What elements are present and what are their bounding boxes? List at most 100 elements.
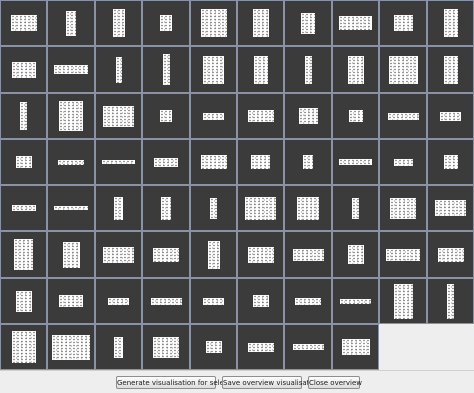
document-thumbnail-cell[interactable] xyxy=(190,0,237,46)
document-thumbnail-cell[interactable] xyxy=(332,185,379,231)
document-thumbnail-cell[interactable] xyxy=(237,139,284,185)
document-thumbnail-cell[interactable] xyxy=(47,231,95,278)
document-thumbnail-cell[interactable] xyxy=(237,93,284,139)
document-thumbnail-cell[interactable] xyxy=(190,139,237,185)
document-thumbnail-cell[interactable] xyxy=(47,139,95,185)
document-thumbnail-image xyxy=(394,15,413,31)
document-thumbnail-cell[interactable] xyxy=(427,46,474,93)
document-thumbnail-cell[interactable] xyxy=(379,231,427,278)
document-thumbnail-image xyxy=(103,106,134,127)
document-thumbnail-cell[interactable] xyxy=(0,0,47,46)
document-thumbnail-cell[interactable] xyxy=(427,231,474,278)
document-thumbnail-cell[interactable] xyxy=(379,46,427,93)
document-thumbnail-cell[interactable] xyxy=(142,185,190,231)
document-thumbnail-cell[interactable] xyxy=(95,185,142,231)
document-thumbnail-cell[interactable] xyxy=(284,46,332,93)
document-thumbnail-cell[interactable] xyxy=(284,93,332,139)
document-thumbnail-cell[interactable] xyxy=(0,278,47,324)
document-thumbnail-cell[interactable] xyxy=(47,278,95,324)
document-thumbnail-image xyxy=(438,248,464,262)
document-thumbnail-image xyxy=(390,198,416,219)
document-thumbnail-cell[interactable] xyxy=(332,46,379,93)
document-thumbnail-cell[interactable] xyxy=(0,324,47,370)
document-thumbnail-cell[interactable] xyxy=(332,231,379,278)
document-thumbnail-cell[interactable] xyxy=(237,0,284,46)
document-thumbnail-image xyxy=(444,56,458,84)
document-thumbnail-image xyxy=(348,56,364,84)
close-overview-button[interactable]: Close overview xyxy=(308,376,362,389)
document-thumbnail-image xyxy=(389,56,418,84)
document-thumbnail-cell[interactable] xyxy=(427,0,474,46)
document-thumbnail-cell[interactable] xyxy=(190,278,237,324)
document-thumbnail-cell[interactable] xyxy=(332,93,379,139)
document-thumbnail-cell[interactable] xyxy=(379,93,427,139)
document-thumbnail-cell[interactable] xyxy=(237,185,284,231)
document-thumbnail-cell[interactable] xyxy=(332,0,379,46)
document-thumbnail-cell[interactable] xyxy=(427,278,474,324)
document-thumbnail-image xyxy=(245,197,276,220)
document-thumbnail-cell[interactable] xyxy=(237,278,284,324)
document-thumbnail-cell[interactable] xyxy=(0,46,47,93)
document-thumbnail-cell[interactable] xyxy=(142,46,190,93)
document-thumbnail-cell[interactable] xyxy=(332,139,379,185)
document-thumbnail-cell[interactable] xyxy=(190,324,237,370)
document-thumbnail-cell[interactable] xyxy=(95,139,142,185)
document-thumbnail-image xyxy=(12,331,36,363)
document-thumbnail-cell[interactable] xyxy=(95,324,142,370)
document-thumbnail-cell[interactable] xyxy=(284,185,332,231)
document-thumbnail-cell[interactable] xyxy=(379,0,427,46)
document-thumbnail-cell[interactable] xyxy=(332,278,379,324)
document-thumbnail-cell[interactable] xyxy=(379,185,427,231)
document-thumbnail-image xyxy=(52,335,90,360)
document-thumbnail-cell[interactable] xyxy=(284,0,332,46)
document-thumbnail-cell[interactable] xyxy=(0,185,47,231)
document-thumbnail-cell[interactable] xyxy=(0,139,47,185)
document-thumbnail-cell[interactable] xyxy=(0,231,47,278)
document-thumbnail-cell[interactable] xyxy=(47,0,95,46)
document-thumbnail-image xyxy=(102,160,135,164)
document-thumbnail-image xyxy=(303,155,313,169)
document-thumbnail-cell[interactable] xyxy=(47,46,95,93)
document-thumbnail-image xyxy=(163,54,170,85)
document-thumbnail-cell[interactable] xyxy=(379,139,427,185)
document-thumbnail-image xyxy=(394,159,413,166)
document-thumbnail-cell[interactable] xyxy=(284,139,332,185)
document-thumbnail-cell[interactable] xyxy=(95,231,142,278)
document-thumbnail-cell[interactable] xyxy=(237,231,284,278)
document-thumbnail-cell[interactable] xyxy=(379,278,427,324)
document-thumbnail-image xyxy=(388,113,419,120)
document-thumbnail-cell[interactable] xyxy=(190,93,237,139)
document-thumbnail-cell[interactable] xyxy=(284,324,332,370)
document-thumbnail-cell[interactable] xyxy=(237,46,284,93)
document-thumbnail-cell[interactable] xyxy=(427,93,474,139)
document-thumbnail-image xyxy=(339,16,372,30)
generate-visualisation-button[interactable]: Generate visualisation for selected xyxy=(116,376,239,389)
document-thumbnail-cell[interactable] xyxy=(142,139,190,185)
document-thumbnail-cell[interactable] xyxy=(142,324,190,370)
document-thumbnail-cell[interactable] xyxy=(95,278,142,324)
document-thumbnail-cell[interactable] xyxy=(95,46,142,93)
document-thumbnail-cell[interactable] xyxy=(190,46,237,93)
document-thumbnail-cell[interactable] xyxy=(0,93,47,139)
document-thumbnail-cell[interactable] xyxy=(332,324,379,370)
document-thumbnail-cell[interactable] xyxy=(142,93,190,139)
document-thumbnail-cell[interactable] xyxy=(95,93,142,139)
document-thumbnail-cell[interactable] xyxy=(47,93,95,139)
document-thumbnail-cell[interactable] xyxy=(237,324,284,370)
document-thumbnail-cell[interactable] xyxy=(47,185,95,231)
save-overview-visualisations-button[interactable]: Save overview visualisations xyxy=(222,376,324,389)
document-thumbnail-cell[interactable] xyxy=(427,139,474,185)
document-thumbnail-cell[interactable] xyxy=(142,0,190,46)
document-thumbnail-cell[interactable] xyxy=(190,185,237,231)
document-thumbnail-cell[interactable] xyxy=(427,185,474,231)
document-thumbnail-cell[interactable] xyxy=(47,324,95,370)
document-thumbnail-cell[interactable] xyxy=(190,231,237,278)
document-thumbnail-cell[interactable] xyxy=(142,231,190,278)
document-thumbnail-cell[interactable] xyxy=(284,231,332,278)
document-thumbnail-cell[interactable] xyxy=(142,278,190,324)
document-thumbnail-image xyxy=(349,110,363,122)
document-thumbnail-image xyxy=(206,341,222,353)
document-thumbnail-image xyxy=(63,242,80,268)
document-thumbnail-cell[interactable] xyxy=(284,278,332,324)
document-thumbnail-cell[interactable] xyxy=(95,0,142,46)
